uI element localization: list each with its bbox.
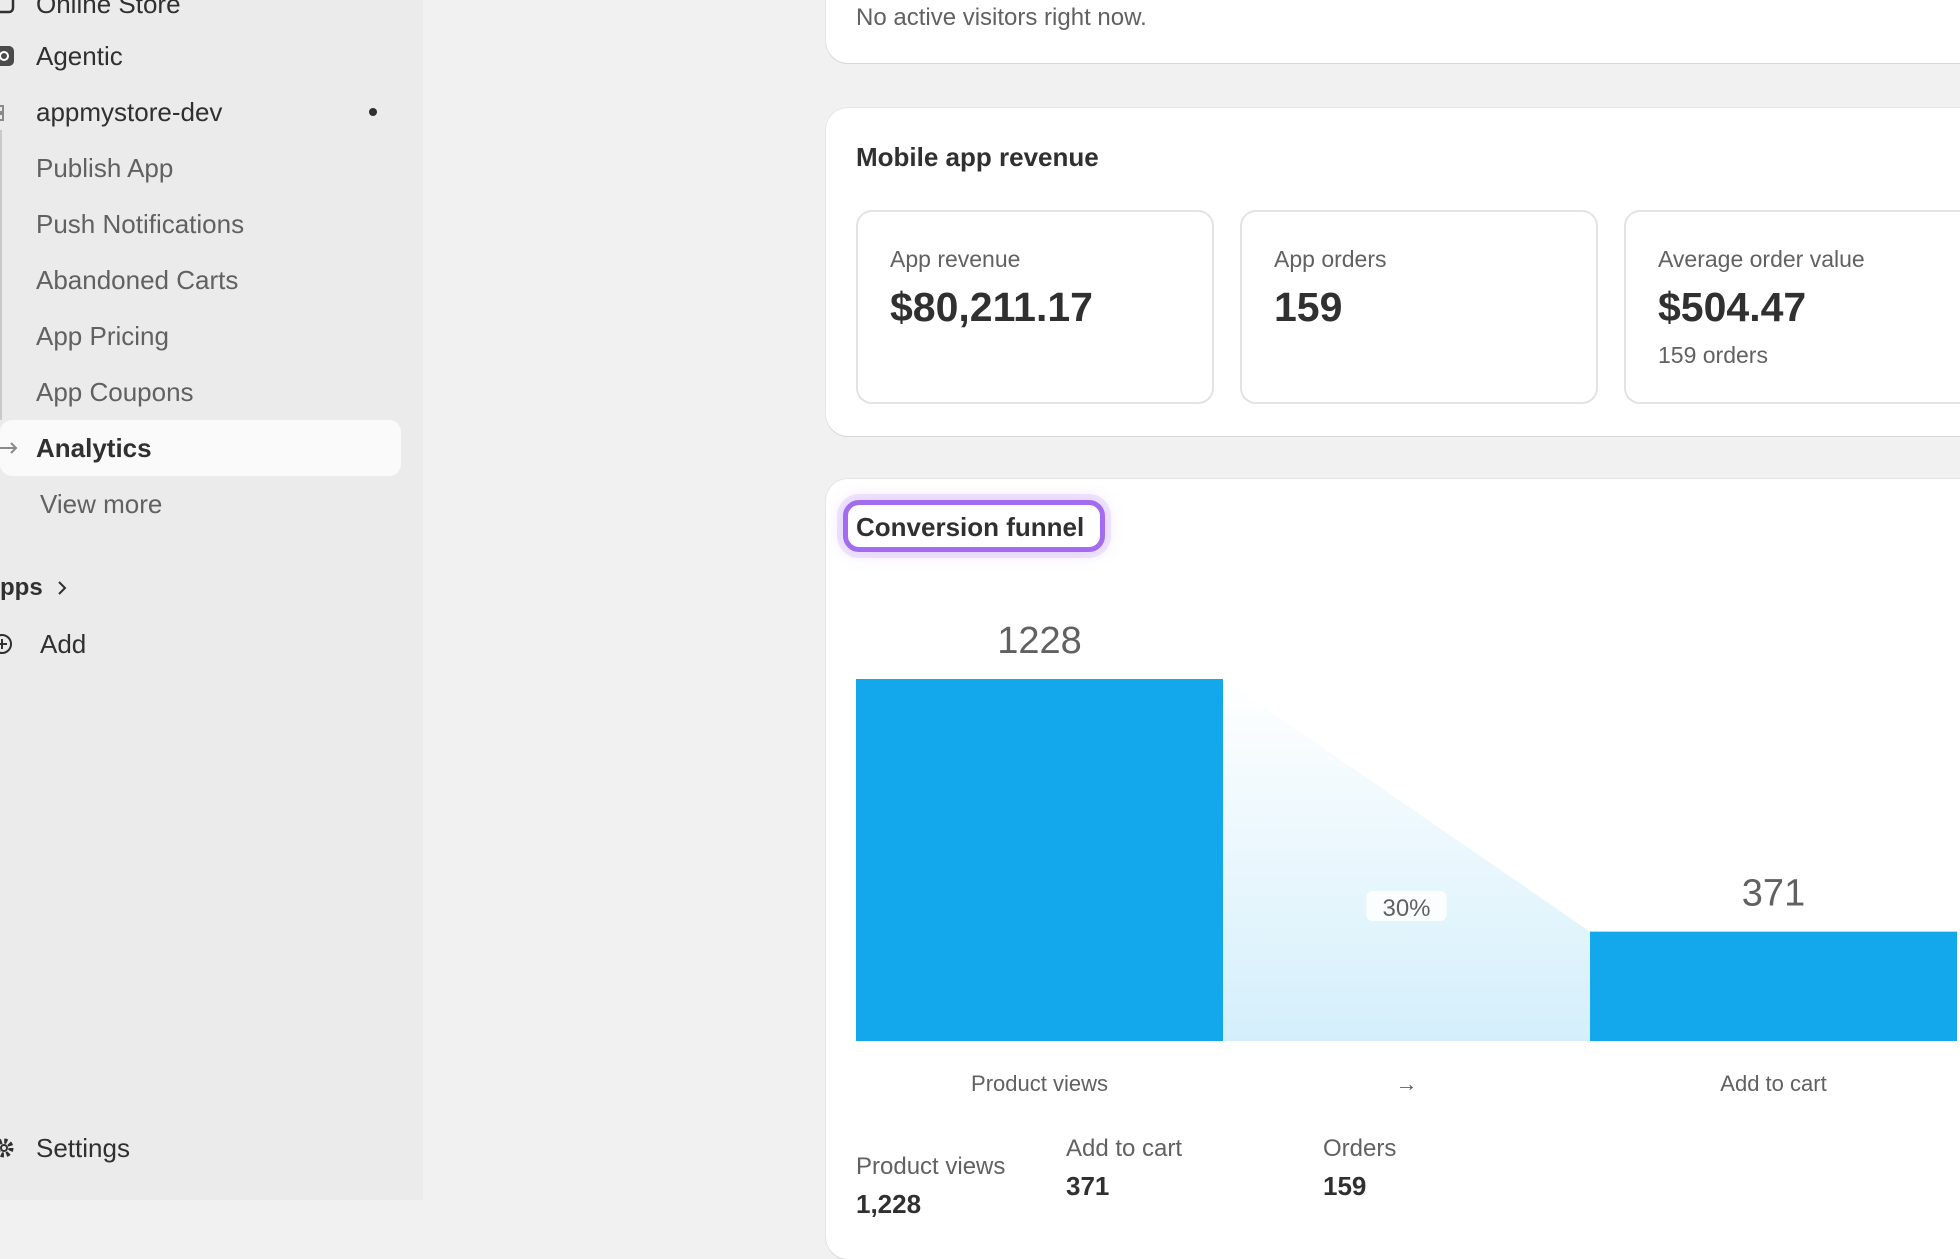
sidebar-item-analytics[interactable]: Analytics bbox=[0, 420, 401, 476]
metric-average-order-value[interactable]: Average order value $504.47 159 orders bbox=[1624, 210, 1960, 404]
metric-value: $504.47 bbox=[1658, 284, 1807, 330]
sidebar-item-label: Push Notifications bbox=[36, 208, 245, 239]
flow-arrow: → bbox=[1395, 1071, 1418, 1096]
sidebar-item-publish-app[interactable]: Publish App bbox=[0, 140, 401, 196]
x-tick-label: Add to cart bbox=[1720, 1071, 1827, 1096]
app-icon bbox=[0, 105, 4, 121]
funnel-bar bbox=[1590, 931, 1957, 1041]
sidebar-item-label: Publish App bbox=[36, 152, 174, 183]
revenue-card-title: Mobile app revenue bbox=[856, 142, 1099, 172]
sidebar-item-app-pricing[interactable]: App Pricing bbox=[0, 308, 401, 364]
x-tick-label: Product views bbox=[971, 1071, 1108, 1096]
branch-arrow-icon bbox=[0, 442, 18, 454]
sidebar-item-push-notifications[interactable]: Push Notifications bbox=[0, 196, 401, 252]
no-visitors-text: No active visitors right now. bbox=[856, 4, 1147, 31]
metric-value: 159 bbox=[1274, 284, 1343, 330]
metric-subtext: 159 orders bbox=[1658, 342, 1768, 368]
bar-value-label: 371 bbox=[1742, 873, 1805, 915]
funnel-bar bbox=[856, 679, 1223, 1041]
sidebar-item-app-group[interactable]: appmystore-dev bbox=[0, 84, 401, 140]
sidebar-item-label: appmystore-dev bbox=[36, 96, 223, 127]
metric-label: Average order value bbox=[1658, 246, 1865, 272]
metric-value: $80,211.17 bbox=[890, 284, 1093, 330]
sidebar-item-label: View more bbox=[40, 488, 163, 519]
sidebar-item-label: Online Store bbox=[36, 0, 181, 19]
sidebar-item-abandoned-carts[interactable]: Abandoned Carts bbox=[0, 252, 401, 308]
revenue-card: Mobile app revenue App revenue $80,211.1… bbox=[826, 108, 1960, 436]
chevron-right-icon bbox=[58, 581, 67, 595]
summary-value: 1,228 bbox=[856, 1189, 922, 1219]
sidebar-item-label: Analytics bbox=[36, 432, 152, 463]
sidebar-view-more[interactable]: View more bbox=[0, 476, 401, 532]
conversion-funnel-card: Conversion funnel 1228 371 30% Product vie… bbox=[826, 479, 1960, 1259]
summary-label: Product views bbox=[856, 1153, 1006, 1180]
agentic-icon bbox=[0, 46, 14, 66]
gear-icon bbox=[0, 1138, 14, 1158]
add-app-button[interactable]: Add bbox=[0, 616, 200, 672]
sidebar-item-label: Abandoned Carts bbox=[36, 264, 239, 295]
sidebar-item-label: App Pricing bbox=[36, 320, 169, 351]
metric-app-revenue[interactable]: App revenue $80,211.17 bbox=[856, 210, 1214, 404]
sidebar: Online Store Agentic appmystore-dev Publ… bbox=[0, 0, 423, 1200]
add-label: Add bbox=[40, 628, 87, 659]
sidebar-item-agentic[interactable]: Agentic bbox=[0, 28, 401, 84]
apps-section-label: pps bbox=[0, 574, 43, 601]
funnel-chart: 1228 371 30% bbox=[856, 620, 1957, 1041]
summary-label: Add to cart bbox=[1066, 1135, 1183, 1162]
summary-label: Orders bbox=[1323, 1135, 1397, 1162]
conversion-rate-label: 30% bbox=[1382, 895, 1430, 922]
sidebar-item-settings[interactable]: Settings bbox=[0, 1120, 401, 1176]
visitors-card: No active visitors right now. bbox=[826, 0, 1960, 63]
sidebar-item-label: Agentic bbox=[36, 40, 123, 71]
summary-value: 159 bbox=[1323, 1171, 1367, 1201]
sidebar-item-label: Settings bbox=[36, 1132, 130, 1163]
summary-value: 371 bbox=[1066, 1171, 1110, 1201]
metric-label: App revenue bbox=[890, 246, 1021, 272]
sidebar-item-label: App Coupons bbox=[36, 376, 194, 407]
conversion-flow-band bbox=[1223, 679, 1590, 1041]
store-icon bbox=[0, 0, 15, 14]
bar-value-label: 1228 bbox=[997, 620, 1082, 662]
metric-app-orders[interactable]: App orders 159 bbox=[1240, 210, 1598, 404]
apps-section-header[interactable]: pps bbox=[0, 560, 120, 616]
add-circle-icon bbox=[0, 634, 12, 654]
sidebar-item-app-coupons[interactable]: App Coupons bbox=[0, 364, 401, 420]
pin-dot-icon bbox=[369, 108, 377, 116]
metric-label: App orders bbox=[1274, 246, 1387, 272]
